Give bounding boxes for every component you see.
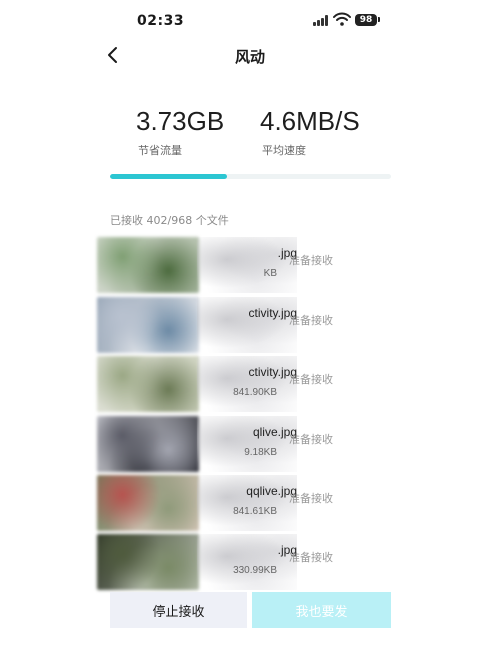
file-thumbnail xyxy=(97,297,199,353)
file-status: 准备接收 xyxy=(289,254,333,267)
file-item[interactable]: qqlive.jpg 841.61KB 准备接收 xyxy=(97,475,397,531)
wifi-icon xyxy=(333,12,351,26)
file-size: 841.61KB xyxy=(233,506,277,517)
file-thumbnail xyxy=(97,416,199,472)
battery-icon: 98 xyxy=(355,14,377,26)
file-size: KB xyxy=(263,268,277,279)
file-name: .jpg xyxy=(277,246,297,260)
file-status: 准备接收 xyxy=(289,433,333,446)
file-thumbnail xyxy=(97,237,199,293)
file-item[interactable]: .jpg KB 准备接收 xyxy=(97,237,397,293)
saved-traffic-value: 3.73GB xyxy=(136,106,225,136)
file-thumbnail xyxy=(97,534,199,590)
send-too-button[interactable]: 我也要发 xyxy=(252,592,391,628)
battery-tip xyxy=(378,17,380,22)
average-speed-value: 4.6MB/S xyxy=(260,106,360,136)
file-item[interactable]: ctivity.jpg 841.90KB 准备接收 xyxy=(97,356,397,412)
file-name: ctivity.jpg xyxy=(248,306,297,320)
file-name: .jpg xyxy=(277,543,297,557)
file-size: 9.18KB xyxy=(244,447,277,458)
transfer-progress-bar xyxy=(110,174,391,179)
file-status: 准备接收 xyxy=(289,492,333,505)
file-name: qqlive.jpg xyxy=(246,484,297,498)
file-item[interactable]: .jpg 330.99KB 准备接收 xyxy=(97,534,397,590)
received-count: 已接收 402/968 个文件 xyxy=(110,214,229,227)
status-time: 02:33 xyxy=(137,13,185,29)
file-status: 准备接收 xyxy=(289,373,333,386)
stop-receiving-button[interactable]: 停止接收 xyxy=(110,592,247,628)
page-title: 风动 xyxy=(234,48,265,66)
file-name: ctivity.jpg xyxy=(248,365,297,379)
transfer-progress-fill xyxy=(110,174,227,179)
file-item[interactable]: qlive.jpg 9.18KB 准备接收 xyxy=(97,416,397,472)
saved-traffic-label: 节省流量 xyxy=(138,144,182,157)
file-thumbnail xyxy=(97,356,199,412)
file-status: 准备接收 xyxy=(289,551,333,564)
average-speed-label: 平均速度 xyxy=(262,144,306,157)
file-status: 准备接收 xyxy=(289,314,333,327)
cellular-signal-icon xyxy=(313,15,329,26)
file-size: 841.90KB xyxy=(233,387,277,398)
file-item[interactable]: ctivity.jpg 准备接收 xyxy=(97,297,397,353)
file-thumbnail xyxy=(97,475,199,531)
file-name: qlive.jpg xyxy=(252,425,297,439)
file-size: 330.99KB xyxy=(233,565,277,576)
